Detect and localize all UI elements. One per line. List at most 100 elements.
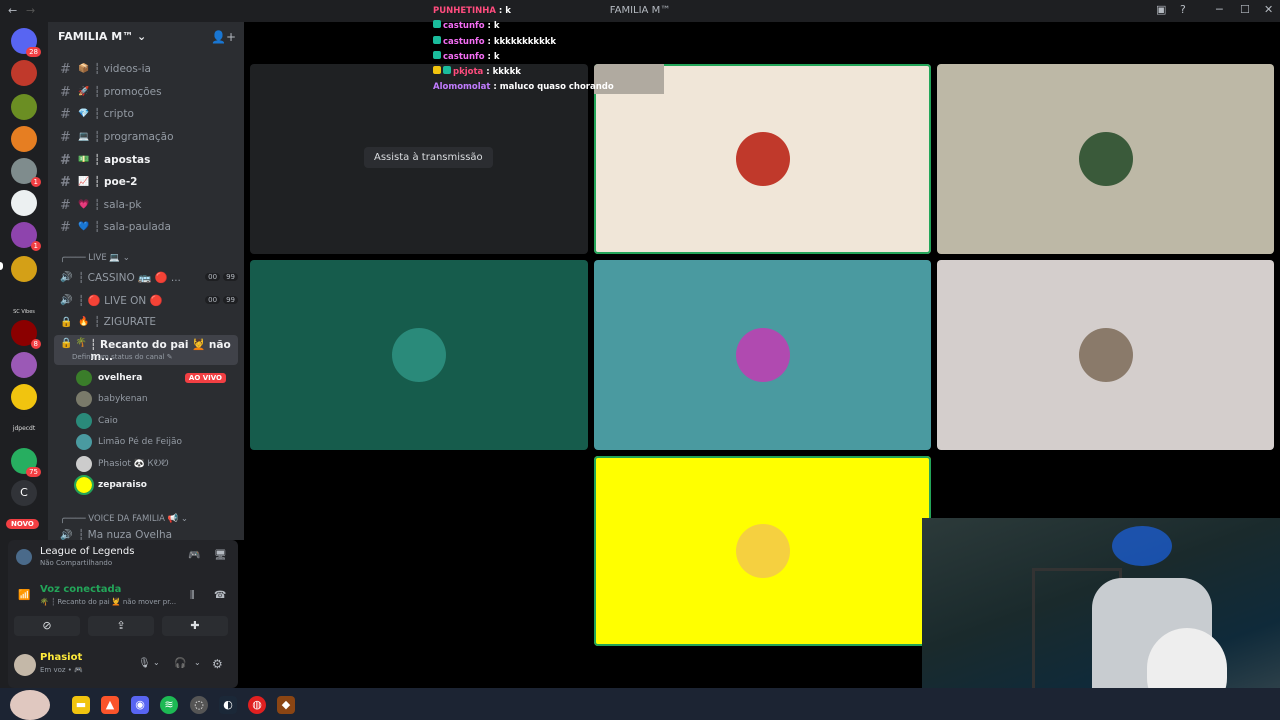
game-launcher-icon[interactable]: ◆ (277, 696, 295, 714)
voice-connected-label[interactable]: Voz conectada (40, 584, 121, 595)
chat-text: : kkkkkkkkkkk (484, 36, 557, 47)
text-channel[interactable]: # 💵 ┆ apostas (54, 150, 238, 170)
app-icon[interactable]: ◌ (190, 696, 208, 714)
voice-channel[interactable]: 🔊 ┆ Ma nuza Ovelha (54, 528, 238, 540)
gear-icon[interactable]: ⚙ (212, 657, 223, 671)
category-voice[interactable]: ╭──── VOICE DA FAMILIA 📢 ⌄ (60, 514, 188, 524)
channel-label: ┆ sala-pk (94, 199, 142, 211)
hash-icon: # (60, 174, 71, 190)
text-channel[interactable]: # 💎 ┆ cripto (54, 104, 238, 124)
avatar (76, 434, 92, 450)
avatar (76, 391, 92, 407)
voice-user[interactable]: Caio (76, 411, 236, 431)
steam-icon[interactable]: ◐ (219, 696, 237, 714)
voice-channel-name[interactable]: 🌴 ┆ Recanto do pai 💆 não mover pr... (40, 598, 176, 606)
hash-icon: # (60, 197, 71, 213)
text-channel[interactable]: # 📈 ┆ poe-2 (54, 172, 238, 192)
inbox-icon[interactable]: ▣ (1156, 3, 1166, 16)
activities-button[interactable]: ✚ (162, 616, 228, 636)
channel-status[interactable]: Definir um status do canal ✎ (72, 353, 173, 361)
voice-user[interactable]: Limão Pé de Feijão (76, 432, 236, 452)
window-title: FAMILIA M™ (609, 5, 671, 16)
server-icon[interactable] (11, 94, 37, 120)
noise-suppression-icon[interactable]: ⫼ (190, 590, 195, 601)
mascot-icon (10, 690, 50, 720)
server-icon[interactable]: 1 (11, 158, 41, 187)
text-channel[interactable]: # 💻 ┆ programação (54, 127, 238, 147)
participant-tile[interactable] (250, 260, 588, 450)
microphone-icon[interactable]: 🎙 (138, 658, 151, 669)
voice-channel-active[interactable]: 🔒 🌴 ┆ Recanto do pai 💆 não m... Definir … (54, 335, 238, 365)
user-status: Em voz • 🎮 (40, 666, 83, 674)
voice-user[interactable]: zeparaiso (74, 475, 236, 495)
channel-label: ┆ videos-ia (94, 63, 151, 75)
server-icon[interactable]: 8 (11, 320, 41, 349)
channel-emoji: 📦 (78, 64, 90, 74)
server-icon[interactable]: 75 (11, 448, 41, 477)
voice-channel[interactable]: 🔊 ┆ 🔴 LIVE ON 🔴 00 99 (54, 290, 238, 310)
headphones-icon[interactable]: 🎧 (174, 658, 186, 669)
brave-icon[interactable]: ▲ (101, 696, 119, 714)
channel-label: ┆ cripto (94, 108, 134, 120)
camera-button[interactable]: ⊘ (14, 616, 80, 636)
new-badge[interactable]: NOVO (6, 519, 39, 529)
channel-sidebar: FAMILIA M™ ⌄ 👤+ # 📦 ┆ videos-ia # 🚀 ┆ promoç… (48, 22, 244, 540)
user-name: Phasiot 🐼 ᏦᎧᏬ (98, 459, 169, 469)
server-icon[interactable] (11, 384, 37, 410)
server-name[interactable]: FAMILIA M™ ⌄ (58, 30, 146, 43)
help-icon[interactable]: ? (1180, 3, 1186, 16)
share-screen-button[interactable]: ⇪ (88, 616, 154, 636)
hash-icon: # (60, 152, 71, 168)
invite-icon[interactable]: 👤+ (211, 30, 236, 44)
server-icon[interactable]: SC Vibes (11, 288, 37, 315)
server-icon[interactable]: 1 (11, 222, 41, 251)
close-icon[interactable]: ✕ (1264, 3, 1273, 16)
participant-tile[interactable] (937, 64, 1274, 254)
server-icon[interactable] (11, 60, 37, 86)
channel-emoji: 🌴 (75, 338, 88, 348)
app-icon[interactable]: ◍ (248, 696, 266, 714)
folder-icon[interactable]: ▬ (72, 696, 90, 714)
screen-share-icon[interactable]: 🖥 (214, 550, 227, 561)
user-name: zeparaiso (98, 480, 147, 490)
text-channel[interactable]: # 📦 ┆ videos-ia (54, 59, 238, 79)
home-discord-icon[interactable]: 28 (11, 28, 41, 57)
chat-user: castunfo (443, 51, 485, 62)
chevron-down-icon[interactable]: ⌄ (153, 658, 160, 667)
disconnect-icon[interactable]: ☎ (214, 590, 226, 601)
watch-stream-button[interactable]: Assista à transmissão (364, 147, 493, 168)
voice-user[interactable]: Phasiot 🐼 ᏦᎧᏬ (76, 454, 236, 474)
controller-icon[interactable]: 🎮 (188, 550, 200, 561)
server-icon[interactable] (11, 126, 37, 152)
minimize-icon[interactable]: ─ (1216, 3, 1223, 16)
server-icon[interactable]: jdpecdt (11, 416, 37, 442)
chat-text: : maluco quaso chorando (490, 82, 614, 93)
server-icon[interactable] (11, 352, 37, 378)
maximize-icon[interactable]: ☐ (1240, 3, 1250, 16)
server-icon[interactable] (11, 190, 37, 216)
avatar (76, 456, 92, 472)
badge-icon (433, 66, 441, 75)
server-icon[interactable] (11, 256, 37, 282)
server-badge: 75 (26, 467, 41, 477)
category-live[interactable]: ╭──── LIVE 💻 ⌄ (60, 253, 130, 263)
participant-tile[interactable] (594, 64, 931, 254)
signal-icon: 📶 (18, 590, 31, 601)
voice-channel[interactable]: 🔊 ┆ CASSINO 🚌 🔴 ... 00 99 (54, 267, 238, 287)
text-channel[interactable]: # 💗 ┆ sala-pk (54, 195, 238, 215)
hash-icon: # (60, 61, 71, 77)
participant-tile[interactable] (594, 456, 931, 646)
voice-channel[interactable]: 🔒 🔥 ┆ ZIGURATE (54, 312, 238, 332)
voice-user[interactable]: babykenan (76, 389, 236, 409)
server-icon[interactable]: C (11, 480, 37, 506)
avatar[interactable] (14, 654, 36, 676)
text-channel[interactable]: # 💙 ┆ sala-paulada (54, 217, 238, 237)
voice-user[interactable]: ovelhera AO VIVO (76, 368, 236, 388)
text-channel[interactable]: # 🚀 ┆ promoções (54, 82, 238, 102)
user-name[interactable]: Phasiot (40, 652, 82, 663)
participant-tile[interactable] (937, 260, 1274, 450)
spotify-icon[interactable]: ≋ (160, 696, 178, 714)
discord-icon[interactable]: ◉ (131, 696, 149, 714)
chevron-down-icon[interactable]: ⌄ (194, 658, 201, 667)
participant-tile[interactable] (594, 260, 931, 450)
